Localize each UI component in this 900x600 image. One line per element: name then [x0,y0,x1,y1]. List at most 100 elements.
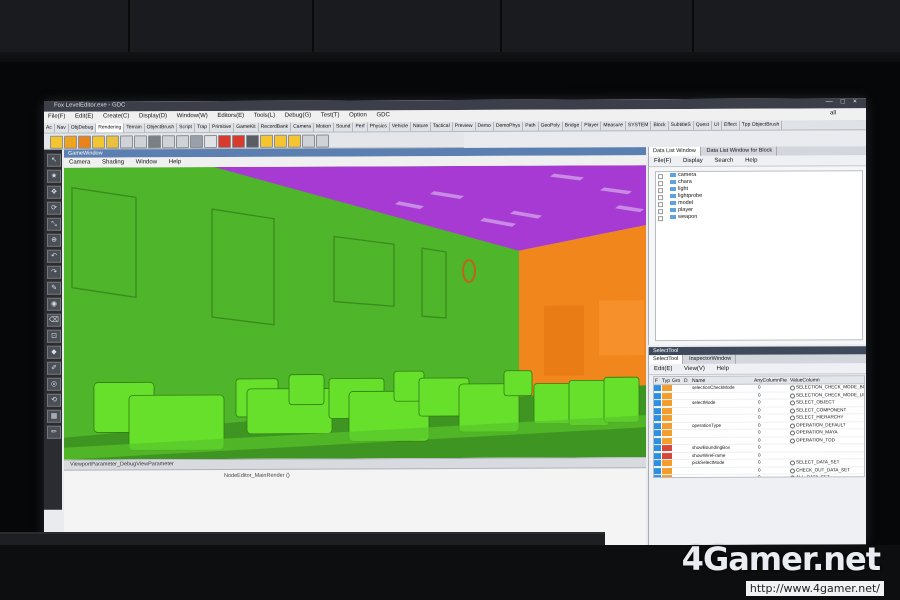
radio-button[interactable] [790,385,795,391]
toolbar-tab[interactable]: Trap [194,123,211,133]
paint-icon[interactable]: ◉ [47,297,61,311]
toolbar-tab[interactable]: ObjDebug [68,123,97,133]
render-tool-icon[interactable] [260,134,273,148]
gw-menu-window[interactable]: Window [131,157,162,167]
star-icon[interactable]: ★ [47,169,61,183]
tab-data-list-block[interactable]: Data List Window for Block [702,146,778,156]
radio-button[interactable] [790,468,795,474]
render-tool-icon[interactable] [148,135,161,149]
menu-create[interactable]: Create(C) [99,111,133,121]
render-tool-icon[interactable] [134,135,147,149]
render-tool-icon[interactable] [302,134,315,148]
tab-select-tool[interactable]: SelectTool [649,355,684,365]
pivot-icon[interactable]: ◎ [47,377,61,391]
st-menu-help[interactable]: Help [712,364,734,374]
render-tool-icon[interactable] [50,135,63,149]
menu-debug[interactable]: Debug(G) [281,111,315,121]
column-header[interactable]: Fie [780,378,787,384]
toolbar-tab[interactable]: Motion [313,122,334,132]
toolbar-tab[interactable]: UI [712,120,723,130]
menu-tools[interactable]: Tools(L) [250,111,279,121]
gw-menu-help[interactable]: Help [164,157,186,167]
render-tool-icon[interactable] [246,134,259,148]
render-tool-icon[interactable] [162,135,175,149]
render-tool-icon[interactable] [274,134,287,148]
toolbar-tab[interactable]: Nature [411,122,432,132]
column-header[interactable]: AnyColumn [754,378,780,384]
radio-button[interactable] [790,475,795,479]
render-tool-icon[interactable] [176,135,189,149]
menu-edit[interactable]: Edit(E) [71,112,97,122]
tab-inspector[interactable]: InspectorWindow [685,354,737,364]
menu-file[interactable]: File(F) [44,112,69,122]
grid-icon[interactable]: ▦ [47,409,61,423]
menu-window[interactable]: Window(W) [173,111,212,121]
toolbar-tab[interactable]: Rendering [96,123,125,133]
column-header[interactable]: F [655,378,658,384]
toolbar-tab[interactable]: Measure [601,121,626,131]
toolbar-tab[interactable]: Player [582,121,602,131]
menu-option[interactable]: Option [345,110,371,120]
toolbar-tab[interactable]: Demo [475,121,494,131]
toolbar-tab[interactable]: Tactical [431,122,453,132]
column-header[interactable]: ValueColumn [790,377,820,383]
toolbar-tab[interactable]: ObjectBrush [144,123,178,133]
toolbar-tab[interactable]: SYSTEM [625,121,652,131]
toolbar-tab[interactable]: Path [523,121,539,131]
toolbar-tab[interactable]: Script [177,123,195,133]
toolbar-tab[interactable]: Nav [54,123,69,133]
toolbar-tab[interactable]: RecordBank [258,122,292,132]
eyedropper-icon[interactable]: ✐ [47,361,61,375]
menu-display[interactable]: Display(D) [135,111,171,121]
dl-menu-display[interactable]: Display [678,156,708,166]
eraser-icon[interactable]: ⌫ [47,313,61,327]
column-header[interactable]: Name [692,378,705,384]
scale-icon[interactable]: ⤡ [47,217,61,231]
dl-menu-file[interactable]: File(F) [649,156,676,166]
menu-test[interactable]: Test(T) [317,110,344,120]
column-header[interactable]: Typ [662,378,670,384]
menu-gdc[interactable]: GDC [372,110,393,120]
toolbar-tab[interactable]: DemoPhys [493,121,524,131]
toolbar-tab[interactable]: Ac [44,123,55,133]
dl-menu-help[interactable]: Help [740,156,762,166]
move-icon[interactable]: ✥ [47,185,61,199]
tree-node[interactable]: weapon [656,213,862,221]
toolbar-tab[interactable]: Terrain [124,123,145,133]
radio-button[interactable] [790,460,795,466]
toolbar-tab[interactable]: Effect [722,120,740,130]
toolbar-tab[interactable]: Tpp ObjectBrush [739,120,783,130]
toolbar-tab[interactable]: Primitive [210,122,235,133]
render-tool-icon[interactable] [190,135,203,149]
render-tool-icon[interactable] [232,134,245,148]
render-tool-icon[interactable] [204,135,217,149]
radio-button[interactable] [790,430,795,436]
toolbar-tab[interactable]: Perf [353,122,368,132]
radio-button[interactable] [790,408,795,414]
column-header[interactable]: D [684,378,688,384]
toolbar-tab[interactable]: Quest [693,120,713,130]
undo-icon[interactable]: ↶ [47,249,61,263]
render-tool-icon[interactable] [120,135,133,149]
tab-data-list[interactable]: Data List Window [649,146,701,157]
bucket-icon[interactable]: ◆ [47,345,61,359]
render-tool-icon[interactable] [316,134,329,148]
menu-editors[interactable]: Editors(E) [213,111,248,121]
toolbar-tab[interactable]: Block [651,121,669,131]
toolbar-tab[interactable]: Sound [334,122,354,132]
trash-icon[interactable]: ⊡ [47,329,61,343]
radio-button[interactable] [790,423,795,429]
gw-menu-shading[interactable]: Shading [97,157,129,167]
rotate-icon[interactable]: ⟳ [47,201,61,215]
render-tool-icon[interactable] [92,135,105,149]
radio-button[interactable] [790,393,795,399]
toolbar-tab[interactable]: Bridge [562,121,583,131]
radio-button[interactable] [790,438,795,444]
radio-button[interactable] [790,400,795,406]
render-tool-icon[interactable] [218,134,231,149]
brush-icon[interactable]: ✎ [47,281,61,295]
pencil-icon[interactable]: ✏ [47,425,61,439]
toolbar-tab[interactable]: Camera [291,122,314,132]
column-header[interactable]: Gro [672,378,680,384]
render-tool-icon[interactable] [64,135,77,149]
